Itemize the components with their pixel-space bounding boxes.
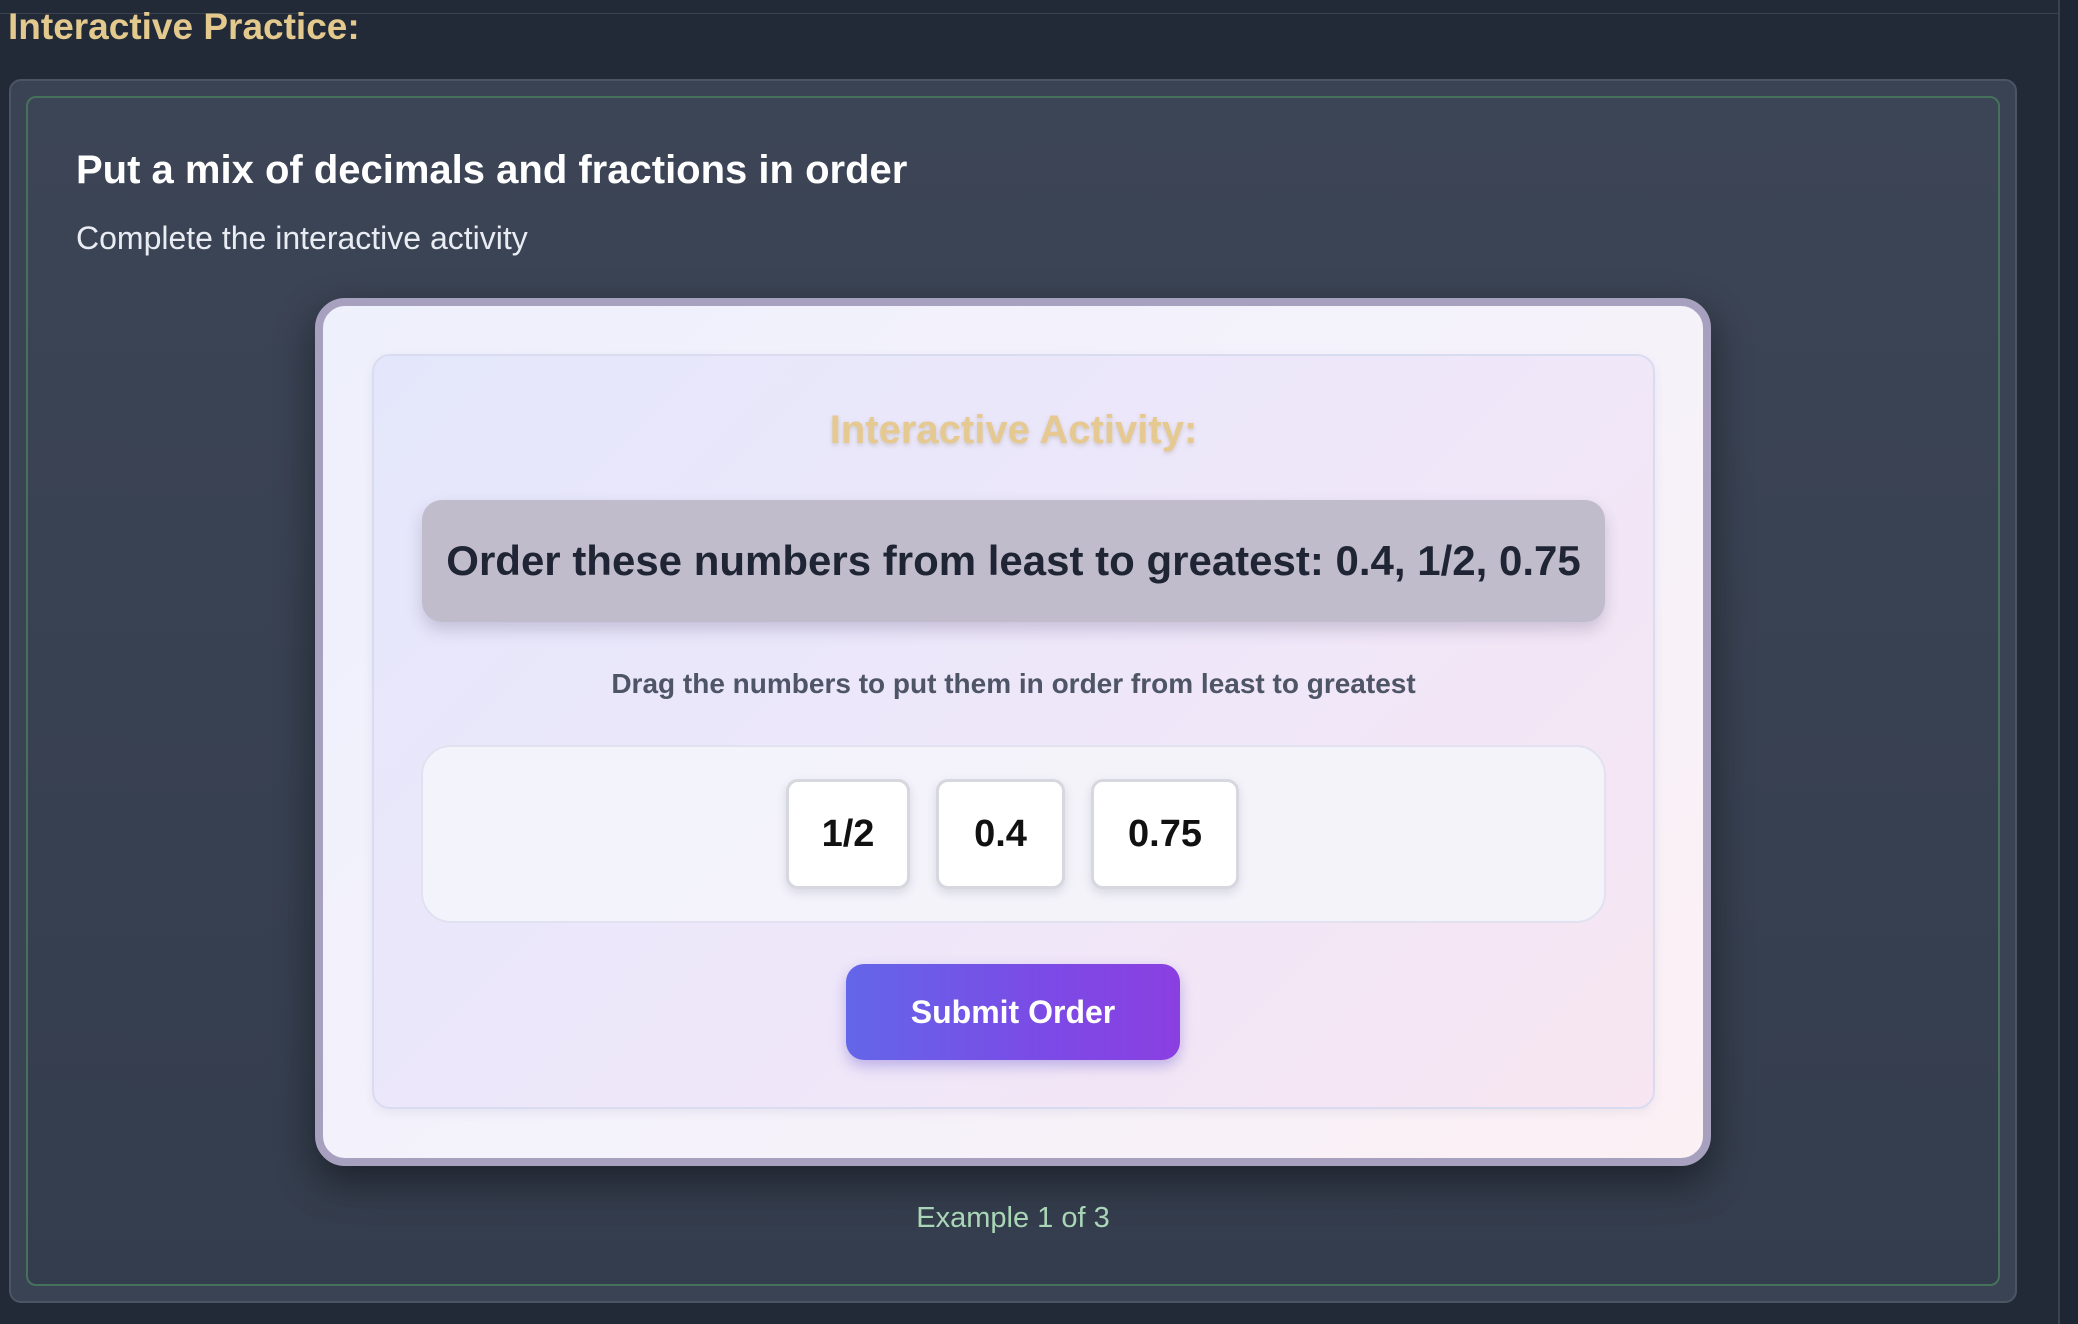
number-tile-3[interactable]: 0.75 [1091,779,1239,889]
number-tile-1[interactable]: 1/2 [786,779,910,889]
drag-instruction: Drag the numbers to put them in order fr… [611,668,1416,699]
practice-title: Put a mix of decimals and fractions in o… [76,148,908,192]
question-box: Order these numbers from least to greate… [422,500,1605,622]
right-scroll-rail[interactable] [2058,0,2078,1324]
submit-order-button[interactable]: Submit Order [846,964,1180,1060]
activity-heading: Interactive Activity: [829,408,1198,452]
example-progress: Example 1 of 3 [916,1202,1110,1234]
question-text: Order these numbers from least to greate… [446,537,1581,584]
practice-subtitle: Complete the interactive activity [76,220,528,256]
section-heading: Interactive Practice: [8,6,360,47]
number-tile-2[interactable]: 0.4 [936,779,1065,889]
